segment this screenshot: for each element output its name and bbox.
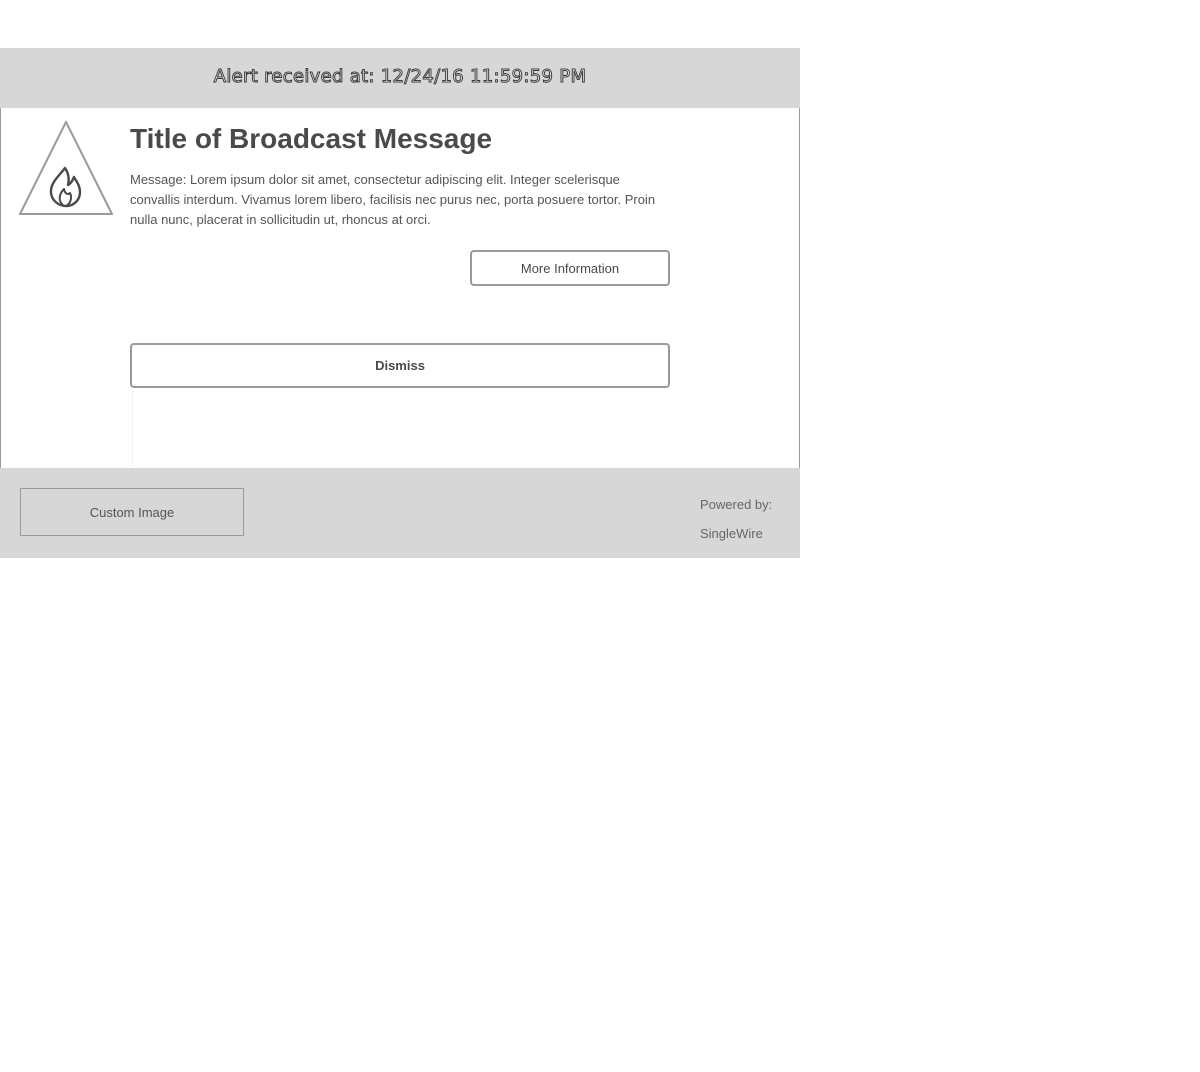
broadcast-title: Title of Broadcast Message <box>130 123 493 154</box>
custom-image-placeholder: Custom Image <box>20 488 244 536</box>
alert-window: Alert received at: 12/24/16 11:59:59 PM … <box>0 48 800 558</box>
alert-footer-bar: Custom Image Powered by: SingleWire <box>0 468 800 558</box>
more-information-button[interactable]: More Information <box>470 250 670 286</box>
fire-warning-icon <box>19 121 113 215</box>
dismiss-button[interactable]: Dismiss <box>130 343 670 388</box>
alert-content: Title of Broadcast Message Message: Lore… <box>0 108 800 468</box>
alert-header-bar: Alert received at: 12/24/16 11:59:59 PM <box>0 48 800 108</box>
alert-received-timestamp: Alert received at: 12/24/16 11:59:59 PM <box>213 65 587 87</box>
powered-by-label: Powered by: <box>700 497 773 512</box>
divider <box>132 391 133 468</box>
powered-by: Powered by: SingleWire <box>700 490 772 548</box>
broadcast-message: Message: Lorem ipsum dolor sit amet, con… <box>130 172 656 227</box>
powered-by-brand: SingleWire <box>700 526 763 541</box>
